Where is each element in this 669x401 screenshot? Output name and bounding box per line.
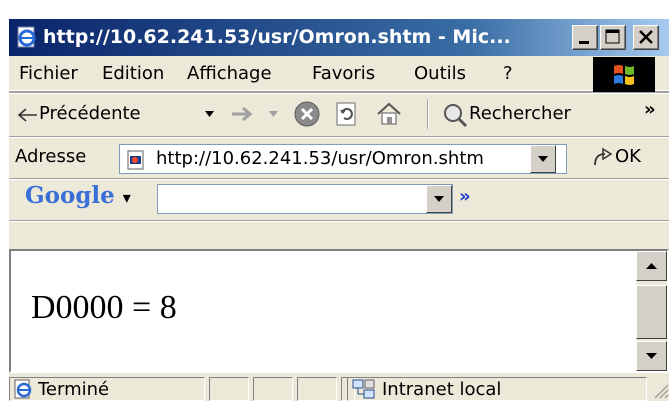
windows-logo-icon: [614, 65, 634, 85]
address-label: Adresse: [15, 146, 87, 167]
status-cell: [297, 377, 337, 401]
address-bar: Adresse http://10.62.241.53/usr/Omron.sh…: [9, 138, 669, 178]
go-button[interactable]: OK: [615, 146, 641, 167]
status-text: Terminé: [38, 379, 110, 400]
scroll-down-button[interactable]: [636, 341, 667, 371]
status-zone: Intranet local: [347, 377, 647, 401]
status-cell: [253, 377, 293, 401]
status-zone-label: Intranet local: [382, 379, 502, 400]
close-icon: [639, 30, 653, 44]
arrow-down-icon: [646, 353, 657, 359]
home-icon[interactable]: [375, 101, 403, 127]
title-bar[interactable]: http://10.62.241.53/usr/Omron.shtm - Mic…: [9, 19, 669, 56]
chevron-down-icon: [538, 156, 548, 162]
stop-icon[interactable]: [293, 100, 321, 128]
toolbar-separator: [9, 92, 669, 94]
search-icon: [444, 104, 468, 128]
resize-grip-icon[interactable]: [651, 381, 669, 399]
google-dropdown-button[interactable]: [426, 185, 452, 213]
maximize-button[interactable]: [600, 25, 626, 50]
menu-bar: Fichier Edition Affichage Favoris Outils…: [9, 57, 669, 93]
window-title: http://10.62.241.53/usr/Omron.shtm - Mic…: [43, 26, 511, 48]
toolbar-overflow-button[interactable]: »: [644, 99, 656, 120]
ie-status-icon: [14, 379, 32, 399]
status-cell-main: Terminé: [9, 377, 205, 401]
google-menu-arrow[interactable]: ▾: [123, 188, 131, 207]
address-url: http://10.62.241.53/usr/Omron.shtm: [156, 148, 484, 169]
google-logo-text: Google: [25, 182, 115, 209]
google-search-input[interactable]: [157, 184, 453, 214]
close-button[interactable]: [633, 25, 659, 50]
forward-arrow-icon[interactable]: [229, 105, 255, 123]
page-value-text: D0000 = 8: [31, 289, 177, 326]
vertical-scrollbar[interactable]: [636, 251, 667, 371]
scroll-up-button[interactable]: [636, 251, 667, 281]
page-content: D0000 = 8: [9, 249, 669, 373]
content-separator: [9, 220, 669, 222]
minimize-button[interactable]: [572, 25, 598, 50]
toolbar-divider: [427, 99, 429, 129]
back-button[interactable]: Précédente: [39, 103, 141, 124]
status-bar: Terminé Intranet local: [9, 375, 669, 401]
standard-toolbar: Précédente Rechercher »: [9, 95, 669, 135]
page-icon: [127, 150, 144, 170]
refresh-icon[interactable]: [335, 101, 359, 127]
menu-outils[interactable]: Outils: [414, 63, 466, 84]
menu-fichier[interactable]: Fichier: [19, 63, 78, 84]
scroll-thumb[interactable]: [636, 285, 667, 339]
maximize-icon: [605, 29, 620, 44]
chevron-down-icon[interactable]: [205, 111, 215, 119]
menu-edition[interactable]: Edition: [102, 63, 164, 84]
windows-logo: [593, 57, 655, 93]
menu-favoris[interactable]: Favoris: [312, 63, 375, 84]
menu-affichage[interactable]: Affichage: [187, 63, 272, 84]
address-field[interactable]: http://10.62.241.53/usr/Omron.shtm: [119, 144, 567, 174]
arrow-up-icon: [646, 263, 657, 269]
chevron-down-icon: [434, 196, 444, 202]
back-arrow-icon: [17, 108, 37, 122]
menu-help[interactable]: ?: [503, 63, 513, 84]
google-toolbar: Google ▾ »: [9, 180, 669, 219]
search-button[interactable]: Rechercher: [469, 103, 571, 124]
ie-page-icon: [17, 26, 36, 48]
chevron-down-icon[interactable]: [269, 111, 279, 119]
intranet-icon: [352, 379, 375, 399]
browser-window: http://10.62.241.53/usr/Omron.shtm - Mic…: [9, 19, 669, 401]
google-overflow-button[interactable]: »: [459, 186, 471, 207]
minimize-icon: [579, 41, 589, 44]
google-logo[interactable]: Google ▾: [25, 182, 131, 209]
go-arrow-icon[interactable]: [591, 147, 615, 169]
status-cell: [209, 377, 249, 401]
address-dropdown-button[interactable]: [530, 145, 556, 173]
